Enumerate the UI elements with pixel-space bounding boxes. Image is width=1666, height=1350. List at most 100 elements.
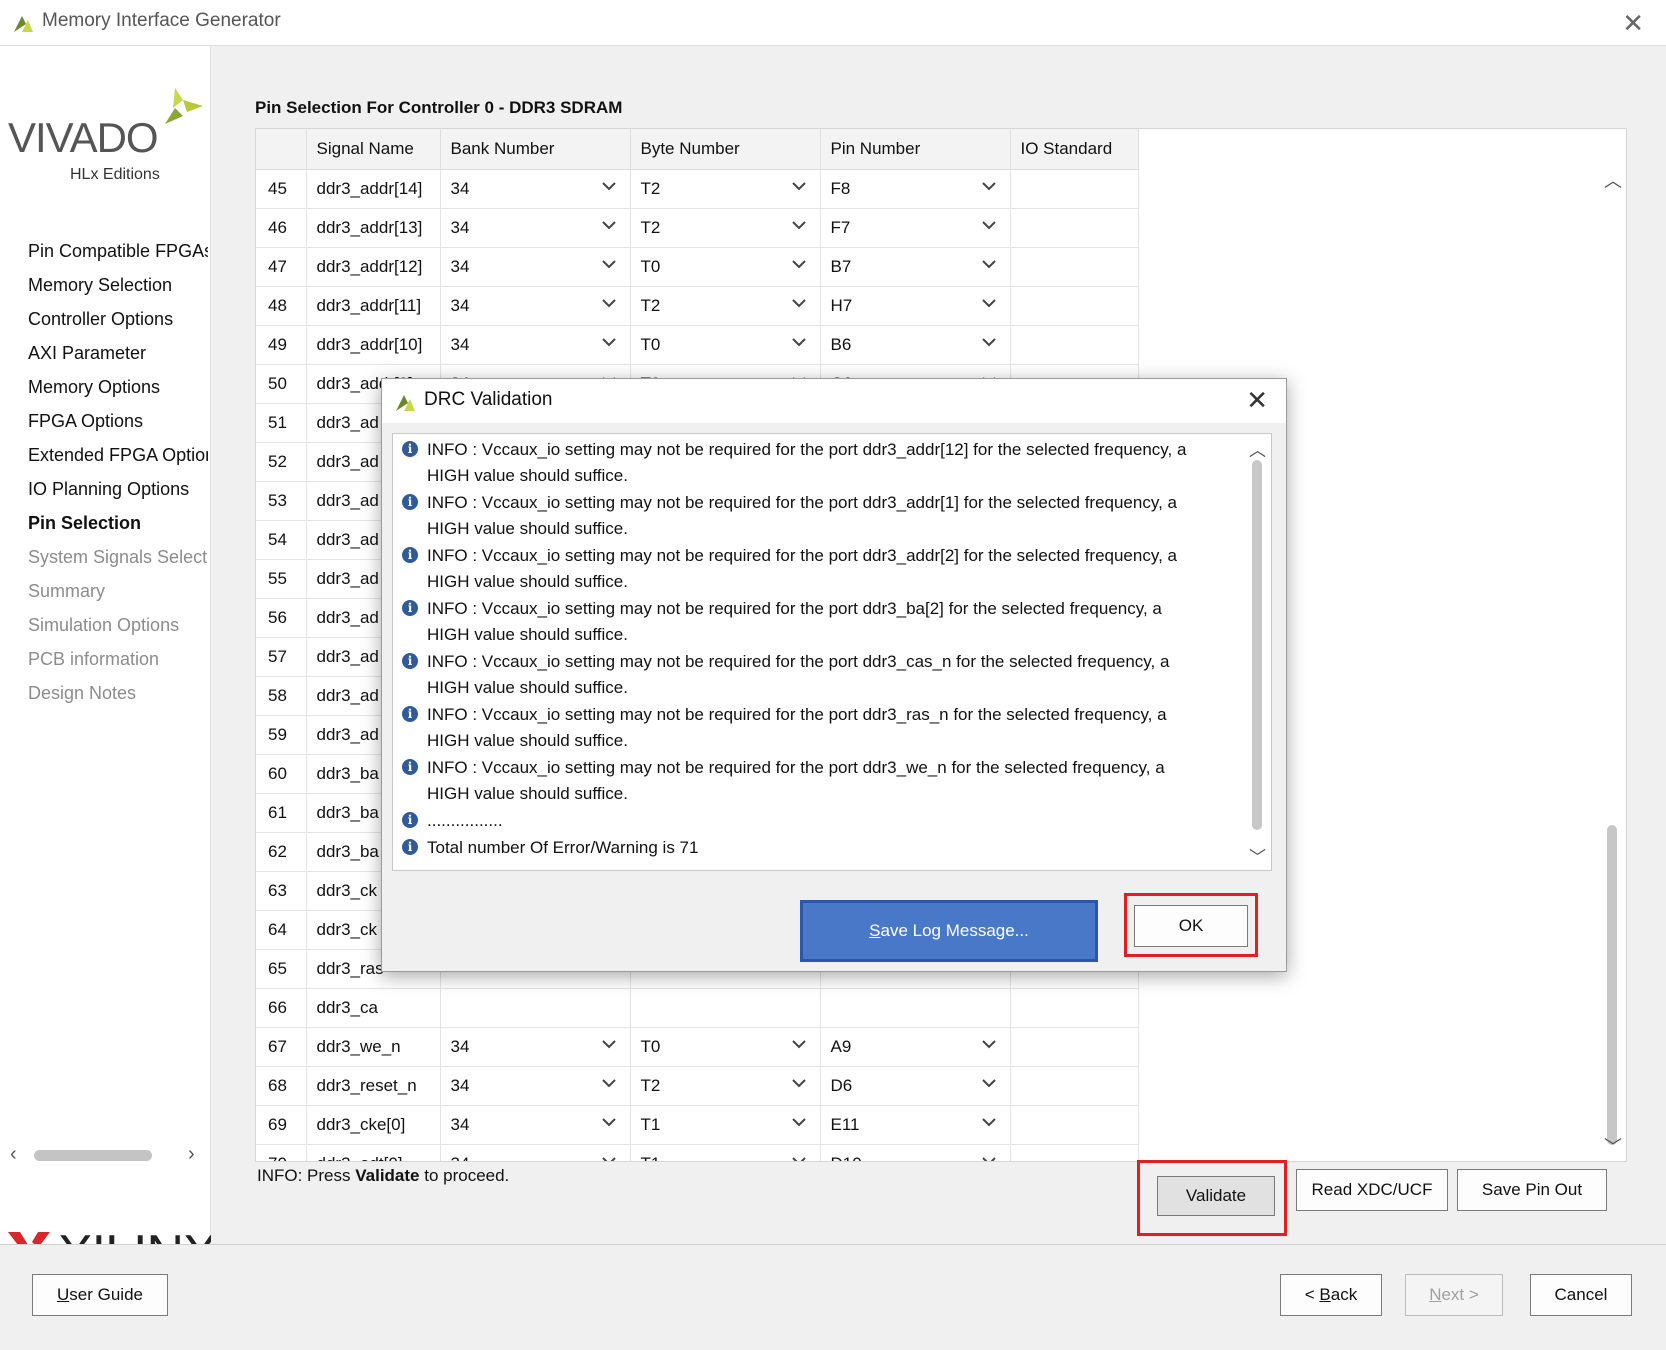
sidebar-item-axi-parameter[interactable]: AXI Parameter [28, 336, 208, 370]
scroll-thumb[interactable] [34, 1150, 152, 1161]
signal-name-value: ddr3_addr[11] [316, 296, 422, 315]
byte-number-select[interactable]: T2 [630, 286, 821, 326]
chevron-down-icon[interactable] [791, 258, 806, 270]
bank-number-select[interactable]: 34 [440, 325, 631, 365]
sidebar-item-controller-options[interactable]: Controller Options [28, 302, 208, 336]
chevron-down-icon[interactable] [981, 258, 996, 270]
chevron-down-icon[interactable] [601, 1155, 616, 1162]
pin-number-select[interactable]: A9 [820, 1027, 1011, 1067]
chevron-down-icon[interactable] [791, 297, 806, 309]
byte-number-select[interactable]: T2 [630, 169, 821, 209]
byte-number-select-value: T0 [640, 1037, 661, 1056]
byte-number-select-value: T2 [640, 179, 661, 198]
chevron-down-icon[interactable] [601, 336, 616, 348]
chevron-down-icon[interactable] [981, 1116, 996, 1128]
row-number-value: 47 [268, 257, 287, 276]
sidebar-item-pin-selection[interactable]: Pin Selection [28, 506, 208, 540]
chevron-down-icon[interactable] [791, 1038, 806, 1050]
bank-number-select-value: 34 [450, 1037, 470, 1056]
cancel-button[interactable]: Cancel [1530, 1274, 1632, 1316]
byte-number-select[interactable]: T0 [630, 1027, 821, 1067]
bank-number-select[interactable]: 34 [440, 1105, 631, 1145]
sidebar-item-extended-fpga-options[interactable]: Extended FPGA Options [28, 438, 208, 472]
chevron-down-icon[interactable] [981, 180, 996, 192]
pin-number-select[interactable]: D10 [820, 1144, 1011, 1162]
drc-validation-dialog: DRC Validation ✕ i INFO : Vccaux_io setti… [381, 378, 1287, 972]
bank-number-select[interactable]: 34 [440, 169, 631, 209]
chevron-down-icon[interactable] [981, 1038, 996, 1050]
log-message: i INFO : Vccaux_io setting may not be req… [393, 437, 1243, 489]
close-icon[interactable]: ✕ [1246, 385, 1268, 416]
save-log-message-button[interactable]: Save Log Message... [800, 900, 1098, 962]
pin-number-select[interactable]: F7 [820, 208, 1011, 248]
chevron-down-icon[interactable] [791, 180, 806, 192]
chevron-down-icon[interactable] [791, 1077, 806, 1089]
log-vertical-scrollbar[interactable]: ︿ ﹀ [1243, 434, 1271, 870]
chevron-down-icon[interactable] [791, 1155, 806, 1162]
scroll-right-icon[interactable]: › [188, 1143, 195, 1166]
sidebar-item-memory-options[interactable]: Memory Options [28, 370, 208, 404]
byte-number-select[interactable]: T0 [630, 247, 821, 287]
byte-number-select[interactable]: T1 [630, 1144, 821, 1162]
sidebar-horizontal-scrollbar[interactable]: ‹ › [8, 1143, 202, 1165]
bank-number-select[interactable]: 34 [440, 1027, 631, 1067]
user-guide-button[interactable]: User Guide [32, 1274, 168, 1316]
read-xdc-ucf-button[interactable]: Read XDC/UCF [1296, 1169, 1448, 1211]
scroll-up-icon[interactable]: ︿ [1249, 436, 1266, 461]
scroll-thumb[interactable] [1252, 460, 1262, 830]
bank-number-select-value: 34 [450, 1115, 470, 1134]
bank-number-select[interactable]: 34 [440, 247, 631, 287]
table-row: 48 ddr3_addr[11] 34 T2 H7 [256, 286, 1139, 326]
scroll-down-icon[interactable]: ﹀ [1249, 843, 1266, 868]
close-icon[interactable]: ✕ [1622, 8, 1644, 39]
pin-number-select[interactable]: D6 [820, 1066, 1011, 1106]
pin-number-select[interactable]: B7 [820, 247, 1011, 287]
chevron-down-icon[interactable] [791, 336, 806, 348]
sidebar-item-memory-selection[interactable]: Memory Selection [28, 268, 208, 302]
signal-name-value: ddr3_ba [316, 803, 379, 822]
scroll-thumb[interactable] [1607, 825, 1617, 1145]
mnemonic: B [1319, 1285, 1331, 1304]
chevron-down-icon[interactable] [981, 336, 996, 348]
sidebar-item-pin-compatible-fpgas[interactable]: Pin Compatible FPGAs [28, 234, 208, 268]
chevron-down-icon[interactable] [601, 297, 616, 309]
sidebar-item-io-planning-options[interactable]: IO Planning Options [28, 472, 208, 506]
bank-number-select[interactable]: 34 [440, 208, 631, 248]
chevron-down-icon[interactable] [791, 219, 806, 231]
scroll-down-icon[interactable]: ﹀ [1604, 1133, 1622, 1159]
chevron-down-icon[interactable] [981, 297, 996, 309]
chevron-down-icon[interactable] [601, 219, 616, 231]
byte-number-select[interactable]: T2 [630, 1066, 821, 1106]
log-message-list[interactable]: i INFO : Vccaux_io setting may not be req… [392, 433, 1272, 871]
chevron-down-icon[interactable] [981, 1077, 996, 1089]
bank-number-select[interactable]: 34 [440, 1144, 631, 1162]
chevron-down-icon[interactable] [981, 1155, 996, 1162]
chevron-down-icon[interactable] [601, 1038, 616, 1050]
vivado-app-icon [14, 16, 33, 32]
save-pin-out-button[interactable]: Save Pin Out [1457, 1169, 1607, 1211]
byte-number-select[interactable]: T1 [630, 1105, 821, 1145]
pin-number-select[interactable]: B6 [820, 325, 1011, 365]
table-vertical-scrollbar[interactable]: ︿ ﹀ [1598, 167, 1626, 1161]
chevron-down-icon[interactable] [601, 1116, 616, 1128]
chevron-down-icon[interactable] [601, 1077, 616, 1089]
chevron-down-icon[interactable] [601, 258, 616, 270]
byte-number-select[interactable]: T2 [630, 208, 821, 248]
sidebar-item-fpga-options[interactable]: FPGA Options [28, 404, 208, 438]
scroll-left-icon[interactable]: ‹ [10, 1143, 17, 1166]
chevron-down-icon[interactable] [791, 1116, 806, 1128]
scroll-up-icon[interactable]: ︿ [1604, 167, 1622, 193]
row-number: 59 [256, 715, 307, 755]
row-number-value: 67 [268, 1037, 287, 1056]
pin-number-select[interactable]: E11 [820, 1105, 1011, 1145]
chevron-down-icon[interactable] [981, 219, 996, 231]
pin-number-select[interactable]: H7 [820, 286, 1011, 326]
bank-number-select[interactable]: 34 [440, 286, 631, 326]
back-button[interactable]: < Back [1280, 1274, 1382, 1316]
chevron-down-icon[interactable] [601, 180, 616, 192]
byte-number-select[interactable]: T0 [630, 325, 821, 365]
pin-number-select[interactable]: F8 [820, 169, 1011, 209]
bank-number-select[interactable]: 34 [440, 1066, 631, 1106]
sidebar-item-simulation-options: Simulation Options [28, 615, 180, 635]
io-standard [1010, 169, 1139, 209]
